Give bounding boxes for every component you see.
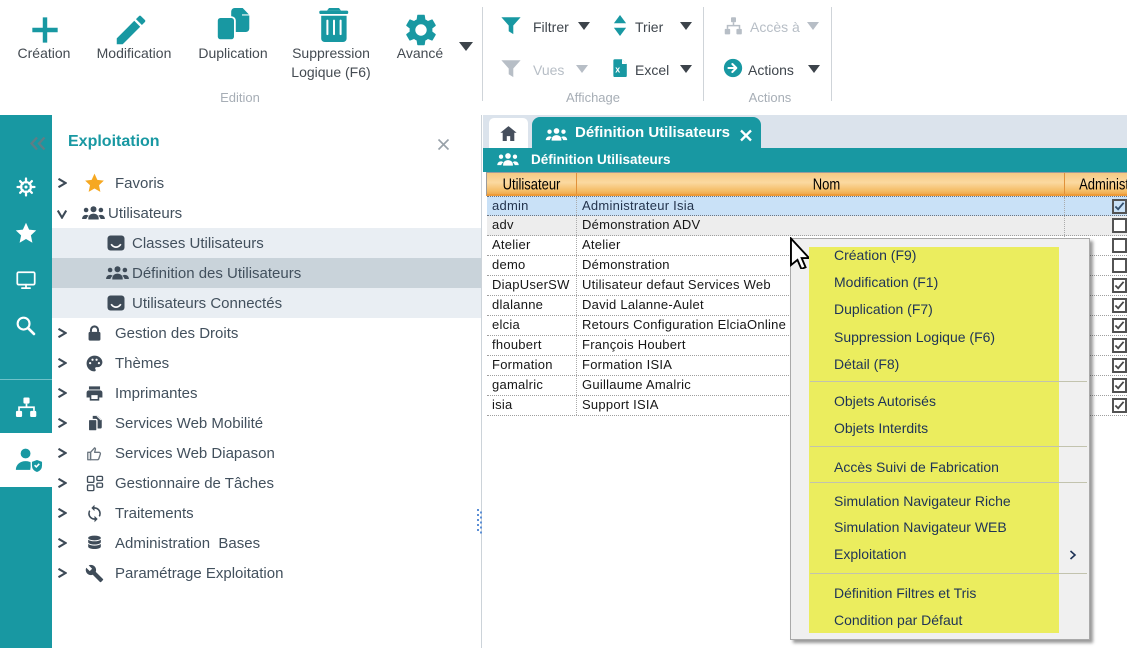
svg-text:x: x (615, 64, 620, 74)
